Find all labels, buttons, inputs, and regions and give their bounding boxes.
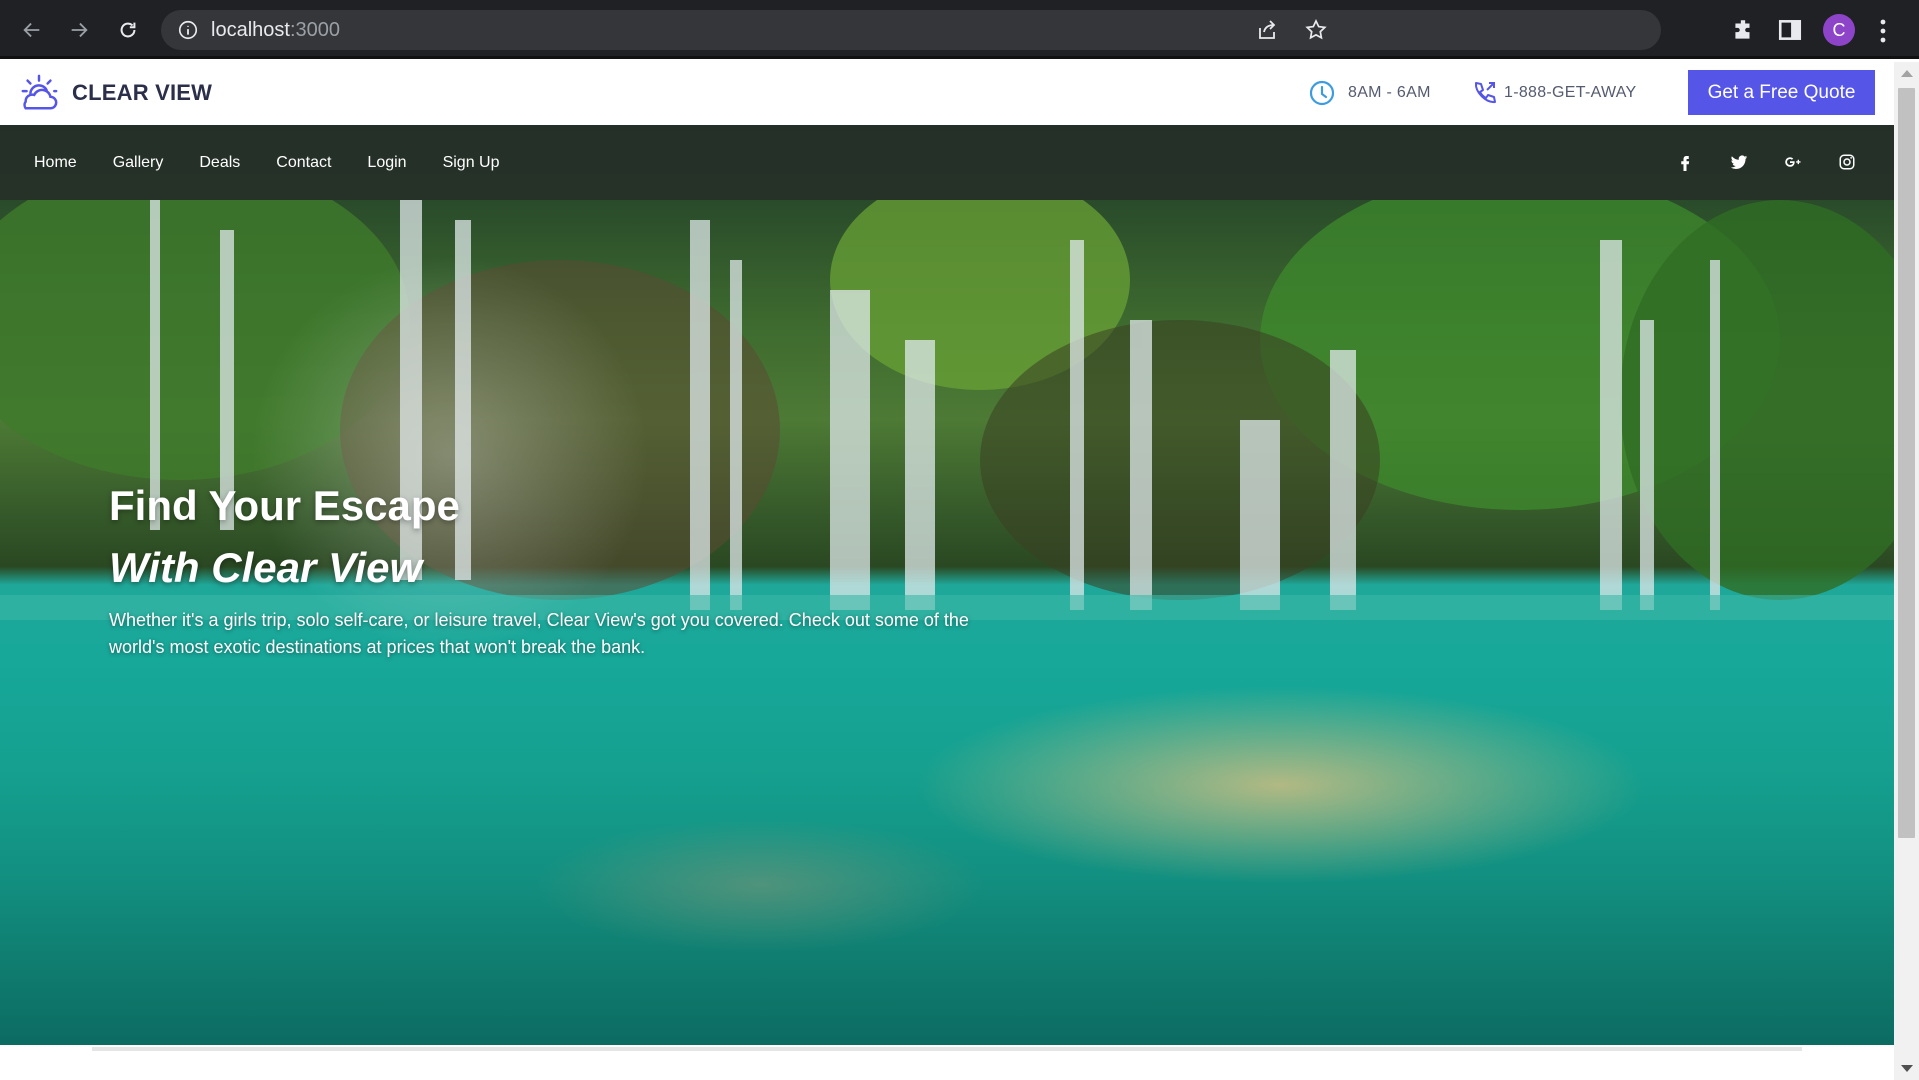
clock-icon [1309, 80, 1335, 106]
hero-description: Whether it's a girls trip, solo self-car… [109, 610, 969, 657]
page-scrollbar[interactable] [1894, 62, 1919, 1080]
phone-outgoing-icon [1474, 82, 1496, 104]
facebook-link[interactable] [1673, 150, 1697, 174]
browser-menu-icon[interactable] [1878, 18, 1888, 44]
side-panel-icon[interactable] [1777, 17, 1803, 43]
hours-text: 8AM - 6AM [1348, 84, 1431, 101]
forward-button[interactable] [64, 15, 94, 45]
site-header: CLEAR VIEW 8AM - 6AM 1-888-GET-AWAY Get … [0, 62, 1894, 125]
phone-text: 1-888-GET-AWAY [1504, 84, 1637, 101]
arrow-right-icon [71, 22, 88, 38]
nav-contact[interactable]: Contact [276, 154, 331, 172]
instagram-icon [1839, 154, 1855, 170]
url-text: localhost:3000 [211, 18, 340, 41]
share-icon[interactable] [1255, 18, 1279, 42]
profile-avatar[interactable]: C [1823, 14, 1855, 46]
main-navigation: Home Gallery Deals Contact Login Sign Up [0, 125, 1894, 200]
scroll-down-arrow-icon[interactable] [1901, 1065, 1913, 1072]
hero-subtitle: With Clear View [109, 544, 423, 591]
nav-login[interactable]: Login [367, 154, 406, 172]
site-info-icon[interactable] [177, 19, 199, 41]
extensions-puzzle-icon[interactable] [1730, 17, 1756, 43]
section-divider [92, 1047, 1802, 1051]
hero-content: Find Your Escape With Clear View Whether… [109, 475, 989, 661]
cloud-sun-logo-icon [21, 74, 58, 110]
brand-name: CLEAR VIEW [72, 80, 213, 105]
logo[interactable]: CLEAR VIEW [18, 72, 212, 114]
twitter-link[interactable] [1727, 150, 1751, 174]
nav-links: Home Gallery Deals Contact Login Sign Up [34, 125, 536, 200]
bookmark-star-icon[interactable] [1304, 18, 1328, 42]
reload-button[interactable] [113, 15, 143, 45]
hero-title: Find Your Escape [109, 482, 460, 529]
get-free-quote-button[interactable]: Get a Free Quote [1688, 70, 1875, 115]
browser-toolbar: localhost:3000 C [0, 0, 1919, 59]
instagram-link[interactable] [1835, 150, 1859, 174]
arrow-left-icon [23, 22, 40, 38]
scroll-up-arrow-icon[interactable] [1901, 70, 1913, 77]
scrollbar-thumb[interactable] [1898, 88, 1915, 838]
reload-icon [120, 22, 136, 38]
facebook-icon [1681, 156, 1690, 171]
nav-deals[interactable]: Deals [199, 154, 240, 172]
phone-info[interactable]: 1-888-GET-AWAY [1470, 79, 1637, 107]
nav-home[interactable]: Home [34, 154, 77, 172]
google-plus-link[interactable] [1781, 150, 1805, 174]
twitter-icon [1730, 155, 1748, 169]
back-button[interactable] [17, 15, 47, 45]
nav-sign-up[interactable]: Sign Up [443, 154, 500, 172]
address-bar[interactable]: localhost:3000 [161, 10, 1661, 50]
hours-info: 8AM - 6AM [1308, 79, 1431, 107]
google-plus-icon [1785, 157, 1801, 167]
hero-section: Home Gallery Deals Contact Login Sign Up… [0, 125, 1894, 1045]
nav-gallery[interactable]: Gallery [113, 154, 164, 172]
